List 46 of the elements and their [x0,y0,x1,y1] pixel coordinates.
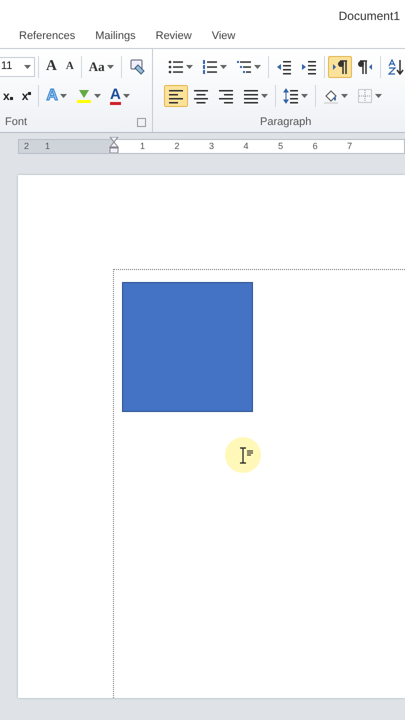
ruler-number: 3 [209,140,214,153]
superscript-button[interactable]: x [18,84,36,106]
ribbon-tab[interactable]: Mailings [86,26,145,48]
align-right-icon [218,88,234,104]
ribbon-tab[interactable]: References [10,26,84,48]
right-to-left-icon [356,58,373,74]
subscript-button[interactable]: x [0,84,17,106]
dialog-launcher-button[interactable] [136,118,146,126]
align-center-icon [192,88,209,104]
font-color-button[interactable]: A [106,84,134,106]
left-to-right-button[interactable] [328,56,352,78]
ruler-number: 4 [244,140,249,153]
indent-marker-icon[interactable] [109,137,119,153]
bullet-list-icon [168,58,184,74]
ribbon-tab[interactable]: Review [146,26,201,48]
paint-bucket-icon [322,88,339,104]
justify-icon [242,88,259,104]
ruler-number: 6 [312,140,318,153]
font-size-field[interactable]: 11 [0,56,35,76]
multilevel-list-icon [236,58,252,74]
ruler-number: 1 [140,140,146,153]
shrink-font-button[interactable]: A [62,56,78,78]
sort-icon [388,58,404,74]
align-left-icon [168,88,184,104]
align-left-button[interactable] [164,84,188,106]
ruler-number: 7 [347,140,352,153]
ruler-number: 5 [278,140,284,153]
ribbon-tab[interactable]: View [202,26,244,48]
group-label: Paragraph [260,114,312,130]
line-spacing-icon [282,88,299,104]
clear-formatting-icon [128,58,145,74]
borders-icon [356,88,373,104]
caret-icon [24,64,31,68]
group-label: Font [5,114,28,130]
ruler-number: 2 [24,140,30,153]
text-cursor-icon [223,435,263,475]
window-title: Document1 [338,8,400,25]
numbered-list-icon [202,58,218,74]
highlighter-icon [76,88,92,104]
ruler-number: 1 [45,140,50,153]
increase-indent-icon [300,58,317,74]
left-to-right-icon [332,58,348,74]
grow-font-button[interactable]: A [42,56,61,78]
change-case-button[interactable]: Aa [84,56,118,78]
ruler-number: 2 [174,140,180,153]
decrease-indent-icon [276,58,292,74]
